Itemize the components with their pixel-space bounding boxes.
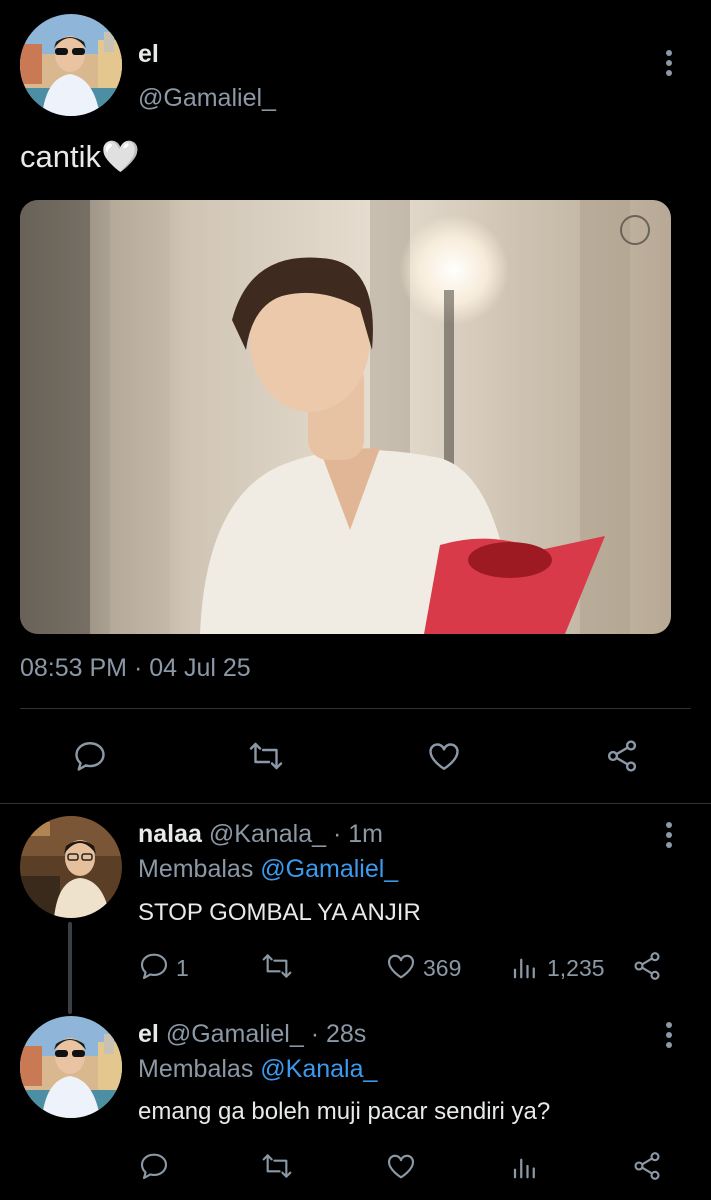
thread-connector bbox=[68, 922, 72, 1014]
reply-header: el @Gamaliel_ · 28s bbox=[138, 1020, 366, 1049]
reply-text: emang ga boleh muji pacar sendiri ya? bbox=[138, 1098, 551, 1125]
tweet-text: cantik🤍 bbox=[20, 139, 140, 174]
tweet-header: el @Gamaliel_ bbox=[20, 14, 691, 124]
replying-to: Membalas @Gamaliel_ bbox=[138, 855, 398, 884]
share-icon[interactable] bbox=[631, 1150, 663, 1187]
share-icon[interactable] bbox=[603, 738, 641, 779]
more-vertical-icon[interactable] bbox=[659, 1018, 679, 1052]
like-icon[interactable] bbox=[425, 738, 463, 779]
replying-prefix: Membalas bbox=[138, 1055, 254, 1083]
retweet-icon[interactable] bbox=[259, 950, 295, 987]
like-count: 369 bbox=[423, 955, 462, 981]
retweet-icon[interactable] bbox=[259, 1150, 295, 1187]
views-icon[interactable] bbox=[510, 1150, 540, 1187]
retweet-icon[interactable] bbox=[246, 738, 286, 779]
replying-prefix: Membalas bbox=[138, 855, 254, 883]
like-icon[interactable] bbox=[385, 950, 417, 987]
reply-count: 1 bbox=[176, 955, 189, 981]
avatar[interactable] bbox=[20, 816, 122, 918]
author-handle[interactable]: @Gamaliel_ bbox=[138, 84, 276, 113]
divider bbox=[0, 803, 711, 804]
tweet-photo[interactable] bbox=[20, 200, 671, 634]
reply-header: nalaa @Kanala_ · 1m bbox=[138, 820, 383, 849]
reply-time: · 1m bbox=[332, 820, 383, 848]
mention-link[interactable]: @Gamaliel_ bbox=[260, 855, 398, 883]
share-icon[interactable] bbox=[631, 950, 663, 987]
reply-icon[interactable] bbox=[138, 950, 170, 987]
more-vertical-icon[interactable] bbox=[659, 818, 679, 852]
view-count: 1,235 bbox=[547, 955, 605, 981]
author-name[interactable]: el bbox=[138, 1020, 159, 1048]
author-name[interactable]: nalaa bbox=[138, 820, 202, 848]
replying-to: Membalas @Kanala_ bbox=[138, 1055, 377, 1084]
reply-time: · 28s bbox=[310, 1020, 367, 1048]
reply-icon[interactable] bbox=[72, 738, 108, 779]
reply-icon[interactable] bbox=[138, 1150, 170, 1187]
mention-link[interactable]: @Kanala_ bbox=[260, 1055, 377, 1083]
author-handle[interactable]: @Kanala_ bbox=[209, 820, 326, 848]
more-vertical-icon[interactable] bbox=[659, 46, 679, 80]
avatar[interactable] bbox=[20, 1016, 122, 1118]
avatar[interactable] bbox=[20, 14, 122, 116]
divider bbox=[20, 708, 691, 709]
tweet-timestamp: 08:53 PM · 04 Jul 25 bbox=[20, 654, 251, 682]
like-icon[interactable] bbox=[385, 1150, 417, 1187]
views-icon[interactable] bbox=[510, 950, 540, 987]
author-name[interactable]: el bbox=[138, 40, 159, 69]
reply-text: STOP GOMBAL YA ANJIR bbox=[138, 899, 421, 926]
author-handle[interactable]: @Gamaliel_ bbox=[166, 1020, 304, 1048]
